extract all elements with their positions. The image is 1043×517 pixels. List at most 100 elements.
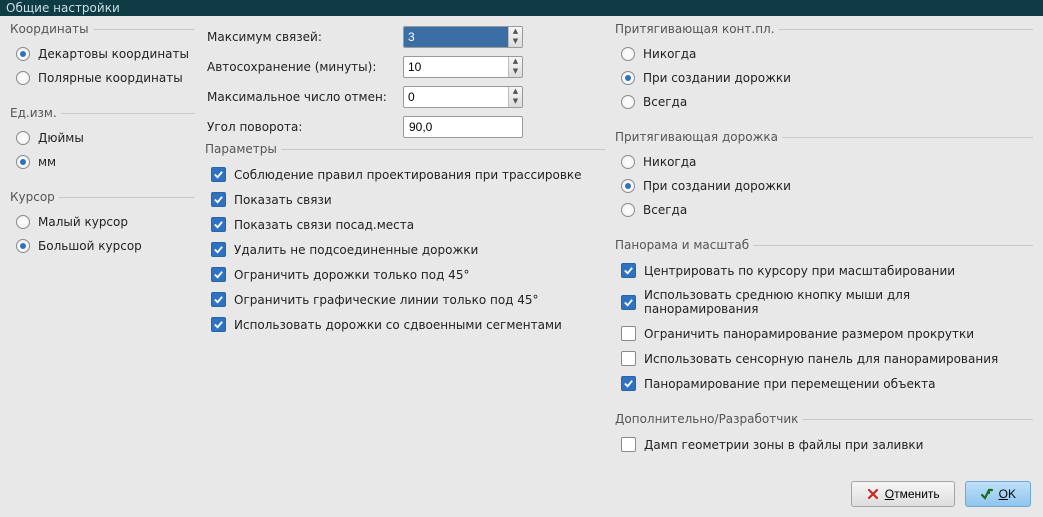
radio-icon	[621, 47, 635, 61]
group-magpad: Притягивающая конт.пл. Никогда При создан…	[615, 22, 1033, 120]
spin-buttons[interactable]: ▲▼	[508, 27, 522, 47]
magpad-radio-2[interactable]: Всегда	[619, 90, 1029, 114]
magtrack-radio-0[interactable]: Никогда	[619, 150, 1029, 174]
radio-small-cursor[interactable]: Малый курсор	[14, 210, 191, 234]
panzoom-check-3[interactable]: Использовать сенсорную панель для панора…	[619, 346, 1029, 371]
spin-max-links-input[interactable]	[404, 27, 508, 47]
spin-max-links[interactable]: ▲▼	[403, 26, 523, 48]
group-coordinates-legend: Координаты	[10, 22, 93, 36]
magpad-radio-1[interactable]: При создании дорожки	[619, 66, 1029, 90]
panzoom-check-4[interactable]: Панорамирование при перемещении объекта	[619, 371, 1029, 396]
checkbox-icon	[621, 263, 636, 278]
panzoom-check-1[interactable]: Использовать среднюю кнопку мыши для пан…	[619, 283, 1029, 321]
radio-icon	[621, 155, 635, 169]
checkbox-icon	[211, 167, 226, 182]
radio-icon	[16, 47, 30, 61]
radio-icon	[16, 71, 30, 85]
param-check-2[interactable]: Показать связи посад.места	[209, 212, 601, 237]
checkbox-icon	[621, 376, 636, 391]
row-max-undo: Максимальное число отмен: ▲▼	[205, 82, 605, 112]
right-column: Притягивающая конт.пл. Никогда При создан…	[615, 22, 1033, 473]
extra-check-0[interactable]: Дамп геометрии зоны в файлы при заливки	[619, 432, 1029, 457]
param-check-6[interactable]: Использовать дорожки со сдвоенными сегме…	[209, 312, 601, 337]
row-rotate: Угол поворота:	[205, 112, 605, 142]
checkbox-label: Соблюдение правил проектирования при тра…	[234, 168, 582, 182]
middle-column: Максимум связей: ▲▼ Автосохранение (мину…	[205, 22, 605, 473]
checkbox-label: Ограничить панорамирование размером прок…	[644, 327, 974, 341]
radio-cartesian[interactable]: Декартовы координаты	[14, 42, 191, 66]
radio-large-cursor[interactable]: Большой курсор	[14, 234, 191, 258]
input-rotate[interactable]	[403, 116, 523, 138]
spin-autosave[interactable]: ▲▼	[403, 56, 523, 78]
checkbox-label: Использовать среднюю кнопку мыши для пан…	[644, 288, 1027, 316]
checkbox-icon	[621, 437, 636, 452]
group-panzoom: Панорама и масштаб Центрировать по курсо…	[615, 238, 1033, 402]
radio-label: Большой курсор	[38, 239, 142, 253]
row-max-links: Максимум связей: ▲▼	[205, 22, 605, 52]
checkbox-label: Удалить не подсоединенные дорожки	[234, 243, 478, 257]
magtrack-radio-2[interactable]: Всегда	[619, 198, 1029, 222]
checkbox-icon	[211, 217, 226, 232]
group-coordinates: Координаты Декартовы координаты Полярные…	[10, 22, 195, 96]
spin-buttons[interactable]: ▲▼	[508, 87, 522, 107]
param-check-3[interactable]: Удалить не подсоединенные дорожки	[209, 237, 601, 262]
checkbox-icon	[621, 295, 636, 310]
radio-label: мм	[38, 155, 56, 169]
checkbox-label: Ограничить дорожки только под 45°	[234, 268, 469, 282]
titlebar: Общие настройки	[0, 0, 1043, 16]
group-units-legend: Ед.изм.	[10, 106, 61, 120]
group-params: Параметры Соблюдение правил проектирован…	[205, 142, 605, 343]
checkbox-icon	[211, 292, 226, 307]
param-check-5[interactable]: Ограничить графические линии только под …	[209, 287, 601, 312]
param-check-1[interactable]: Показать связи	[209, 187, 601, 212]
group-magtrack: Притягивающая дорожка НикогдаПри создани…	[615, 130, 1033, 228]
cancel-button[interactable]: Отменить	[851, 481, 955, 507]
dialog-window: Общие настройки Координаты Декартовы коо…	[0, 0, 1043, 510]
button-bar: Отменить OK	[0, 473, 1043, 517]
radio-icon	[16, 155, 30, 169]
radio-label: Никогда	[643, 47, 696, 61]
group-magpad-legend: Притягивающая конт.пл.	[615, 22, 779, 36]
ok-button-rest: K	[1008, 487, 1016, 501]
radio-label: Никогда	[643, 155, 696, 169]
cancel-icon	[866, 487, 880, 501]
radio-icon	[621, 203, 635, 217]
checkbox-label: Использовать дорожки со сдвоенными сегме…	[234, 318, 562, 332]
panzoom-check-2[interactable]: Ограничить панорамирование размером прок…	[619, 321, 1029, 346]
radio-mm[interactable]: мм	[14, 150, 191, 174]
group-extra-legend: Дополнительно/Разработчик	[615, 412, 802, 426]
spin-max-undo[interactable]: ▲▼	[403, 86, 523, 108]
checkbox-icon	[211, 317, 226, 332]
label-rotate: Угол поворота:	[207, 120, 397, 134]
spin-max-undo-input[interactable]	[404, 87, 508, 107]
checkbox-label: Показать связи посад.места	[234, 218, 414, 232]
checkbox-icon	[621, 351, 636, 366]
group-extra: Дополнительно/Разработчик Дамп геометрии…	[615, 412, 1033, 463]
radio-polar[interactable]: Полярные координаты	[14, 66, 191, 90]
panzoom-check-0[interactable]: Центрировать по курсору при масштабирова…	[619, 258, 1029, 283]
checkbox-label: Использовать сенсорную панель для панора…	[644, 352, 998, 366]
spin-autosave-input[interactable]	[404, 57, 508, 77]
label-max-links: Максимум связей:	[207, 30, 397, 44]
magpad-radio-0[interactable]: Никогда	[619, 42, 1029, 66]
radio-label: Полярные координаты	[38, 71, 183, 85]
radio-label: При создании дорожки	[643, 71, 791, 85]
radio-inches[interactable]: Дюймы	[14, 126, 191, 150]
checkbox-icon	[621, 326, 636, 341]
cancel-button-rest: тменить	[894, 487, 940, 501]
param-check-0[interactable]: Соблюдение правил проектирования при тра…	[209, 162, 601, 187]
checkbox-label: Панорамирование при перемещении объекта	[644, 377, 936, 391]
group-panzoom-legend: Панорама и масштаб	[615, 238, 753, 252]
ok-button[interactable]: OK	[965, 481, 1031, 507]
row-autosave: Автосохранение (минуты): ▲▼	[205, 52, 605, 82]
magtrack-radio-1[interactable]: При создании дорожки	[619, 174, 1029, 198]
dialog-content: Координаты Декартовы координаты Полярные…	[0, 16, 1043, 473]
group-cursor-legend: Курсор	[10, 190, 59, 204]
radio-icon	[16, 131, 30, 145]
cancel-button-mnemonic: О	[885, 487, 894, 501]
radio-label: Всегда	[643, 95, 687, 109]
param-check-4[interactable]: Ограничить дорожки только под 45°	[209, 262, 601, 287]
spin-buttons[interactable]: ▲▼	[508, 57, 522, 77]
checkbox-label: Дамп геометрии зоны в файлы при заливки	[644, 438, 923, 452]
checkbox-icon	[211, 242, 226, 257]
